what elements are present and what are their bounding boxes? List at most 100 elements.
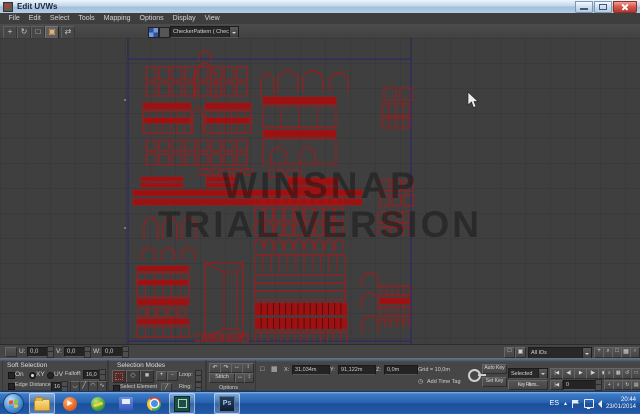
watermark-line2: TRIAL VERSION — [0, 205, 640, 244]
minimize-button[interactable] — [575, 1, 593, 13]
selected-set-value: Selected — [509, 371, 538, 377]
absolute-offset-toggle[interactable] — [5, 347, 17, 357]
watermark-line1: WINSNAP — [0, 166, 640, 205]
u-spinner[interactable] — [47, 346, 54, 358]
key-mode-icon[interactable]: |◀ — [550, 380, 563, 390]
v-field[interactable]: 0,0 — [64, 347, 86, 357]
w-field[interactable]: 0,0 — [102, 347, 124, 357]
z-label: Z: — [376, 366, 381, 375]
falloff-label: Falloff: — [65, 370, 81, 379]
map-pattern-dropdown[interactable]: CheckerPattern ( Checker ) — [170, 26, 239, 38]
network-icon[interactable] — [584, 399, 594, 408]
start-button[interactable] — [3, 393, 24, 414]
edge-distance-checkbox[interactable] — [8, 383, 15, 390]
volume-icon[interactable] — [598, 400, 602, 408]
watermark: WINSNAP TRIAL VERSION — [0, 166, 640, 244]
uv-editor-canvas[interactable]: WINSNAP TRIAL VERSION — [0, 38, 640, 344]
move-tool-icon[interactable]: + — [3, 26, 17, 39]
edge-distance-label: Edge Distance — [15, 381, 51, 390]
language-indicator[interactable]: ES — [550, 400, 559, 407]
selection-lock-icon[interactable]: □ — [260, 365, 264, 374]
clock-date: 23/01/2014 — [606, 404, 636, 411]
lock-selection-icon[interactable]: □ — [504, 347, 515, 358]
uv-radio[interactable] — [47, 372, 54, 379]
window-titlebar[interactable]: Edit UVWs — [0, 0, 640, 14]
menu-file[interactable]: File — [4, 13, 24, 24]
falloff-spinner[interactable] — [99, 369, 106, 381]
menu-options[interactable]: Options — [135, 13, 168, 24]
taskbar-media-player-button[interactable]: ▶ — [57, 393, 83, 414]
taskbar-explorer-button[interactable] — [29, 393, 55, 414]
chevron-down-icon[interactable] — [538, 369, 547, 378]
vertex-mode-icon[interactable] — [112, 370, 126, 383]
face-mode-icon[interactable]: ■ — [140, 370, 154, 383]
z-coord-field[interactable]: 0,0m — [384, 365, 418, 375]
photoshop-icon: Ps — [219, 396, 235, 412]
tray-expand-icon[interactable]: ▲ — [563, 401, 568, 407]
align-vertical-icon[interactable]: ↕ — [242, 363, 254, 373]
floppy-icon — [119, 397, 133, 411]
auto-key-button[interactable]: Auto Key — [482, 364, 507, 374]
chevron-down-icon[interactable] — [229, 27, 238, 37]
freeform-mode-icon[interactable]: ▣ — [45, 26, 59, 39]
soft-selection-on-checkbox[interactable] — [8, 372, 15, 379]
window-title: Edit UVWs — [17, 0, 57, 13]
taskbar-green-app-button[interactable] — [85, 393, 111, 414]
chevron-down-icon[interactable] — [582, 348, 591, 358]
menu-view[interactable]: View — [200, 13, 224, 24]
zoom-selected-icon[interactable]: ⌕ — [630, 347, 640, 358]
menu-display[interactable]: Display — [168, 13, 200, 24]
rotate-tool-icon[interactable]: ↻ — [17, 26, 31, 39]
on-label: On — [15, 370, 24, 379]
soft-selection-panel: Soft Selection On XY UV Falloff: 16,0 Ed… — [2, 360, 108, 391]
close-button[interactable] — [613, 1, 637, 13]
u-field[interactable]: 0,0 — [27, 347, 49, 357]
key-filters-button[interactable]: Key Filters... — [508, 380, 548, 390]
v-spinner[interactable] — [84, 346, 91, 358]
menu-mapping[interactable]: Mapping — [99, 13, 135, 24]
capture-app-icon — [174, 396, 190, 412]
w-spinner[interactable] — [122, 346, 129, 358]
scale-tool-icon[interactable]: □ — [31, 26, 45, 39]
tray-clock[interactable]: 20:44 23/01/2014 — [606, 397, 636, 411]
stitch-button[interactable]: Stitch — [209, 373, 235, 383]
taskbar-blue-app-button[interactable] — [113, 393, 139, 414]
add-time-tag-button[interactable]: Add Time Tag — [427, 378, 461, 387]
windows-logo-icon — [9, 399, 18, 408]
set-key-button[interactable]: Set Key — [482, 377, 507, 387]
action-center-flag-icon[interactable] — [572, 400, 580, 408]
maximize-viewport-icon[interactable]: □ — [631, 368, 640, 379]
taskbar-capture-app-button[interactable] — [169, 393, 195, 414]
grid-size-text: Grid = 10,0m — [418, 366, 450, 375]
w-label: W: — [93, 347, 101, 356]
maximize-button[interactable] — [594, 1, 612, 13]
viewport-layout-icon[interactable]: ▤ — [631, 380, 640, 390]
menu-edit[interactable]: Edit — [24, 13, 45, 24]
current-frame-field[interactable]: 0 — [563, 380, 599, 390]
globe-icon — [91, 397, 105, 411]
xy-radio[interactable] — [29, 372, 36, 379]
frame-spinner[interactable] — [595, 379, 602, 391]
menu-select[interactable]: Select — [45, 13, 73, 24]
taskbar-chrome-button[interactable] — [141, 393, 167, 414]
menu-tools[interactable]: Tools — [74, 13, 99, 24]
filter-icon[interactable]: ▣ — [515, 347, 526, 358]
loop-spinner[interactable] — [195, 370, 202, 382]
uvw-bottom-toolbar: U: 0,0 V: 0,0 W: 0,0 □ ▣ All IDs + ⌕ □ ▦… — [0, 344, 640, 359]
selected-set-dropdown[interactable]: Selected — [508, 368, 548, 379]
stitch-vertical-icon[interactable]: ↕ — [244, 373, 254, 383]
taskbar-photoshop-button[interactable]: Ps — [214, 393, 240, 414]
stitch-tools-panel: ↶ ↷ ↔ ↕ Stitch ↔ ↕ Options — [206, 360, 256, 391]
grow-selection-button[interactable]: + — [156, 371, 167, 381]
chrome-icon — [147, 397, 161, 411]
x-coord-field[interactable]: 31,034m — [292, 365, 330, 375]
edge-mode-icon[interactable]: ◇ — [126, 370, 140, 383]
mirror-tool-icon[interactable]: ⇄ — [61, 26, 75, 39]
y-coord-field[interactable]: 91,122m — [338, 365, 376, 375]
set-keys-icon[interactable] — [468, 369, 481, 382]
uv-label: UV — [54, 370, 63, 379]
show-map-icon[interactable] — [148, 27, 159, 38]
uvw-space-icon[interactable] — [159, 27, 170, 38]
grid-toggle-icon[interactable]: ▦ — [271, 365, 278, 374]
shrink-selection-button[interactable]: - — [167, 371, 178, 381]
